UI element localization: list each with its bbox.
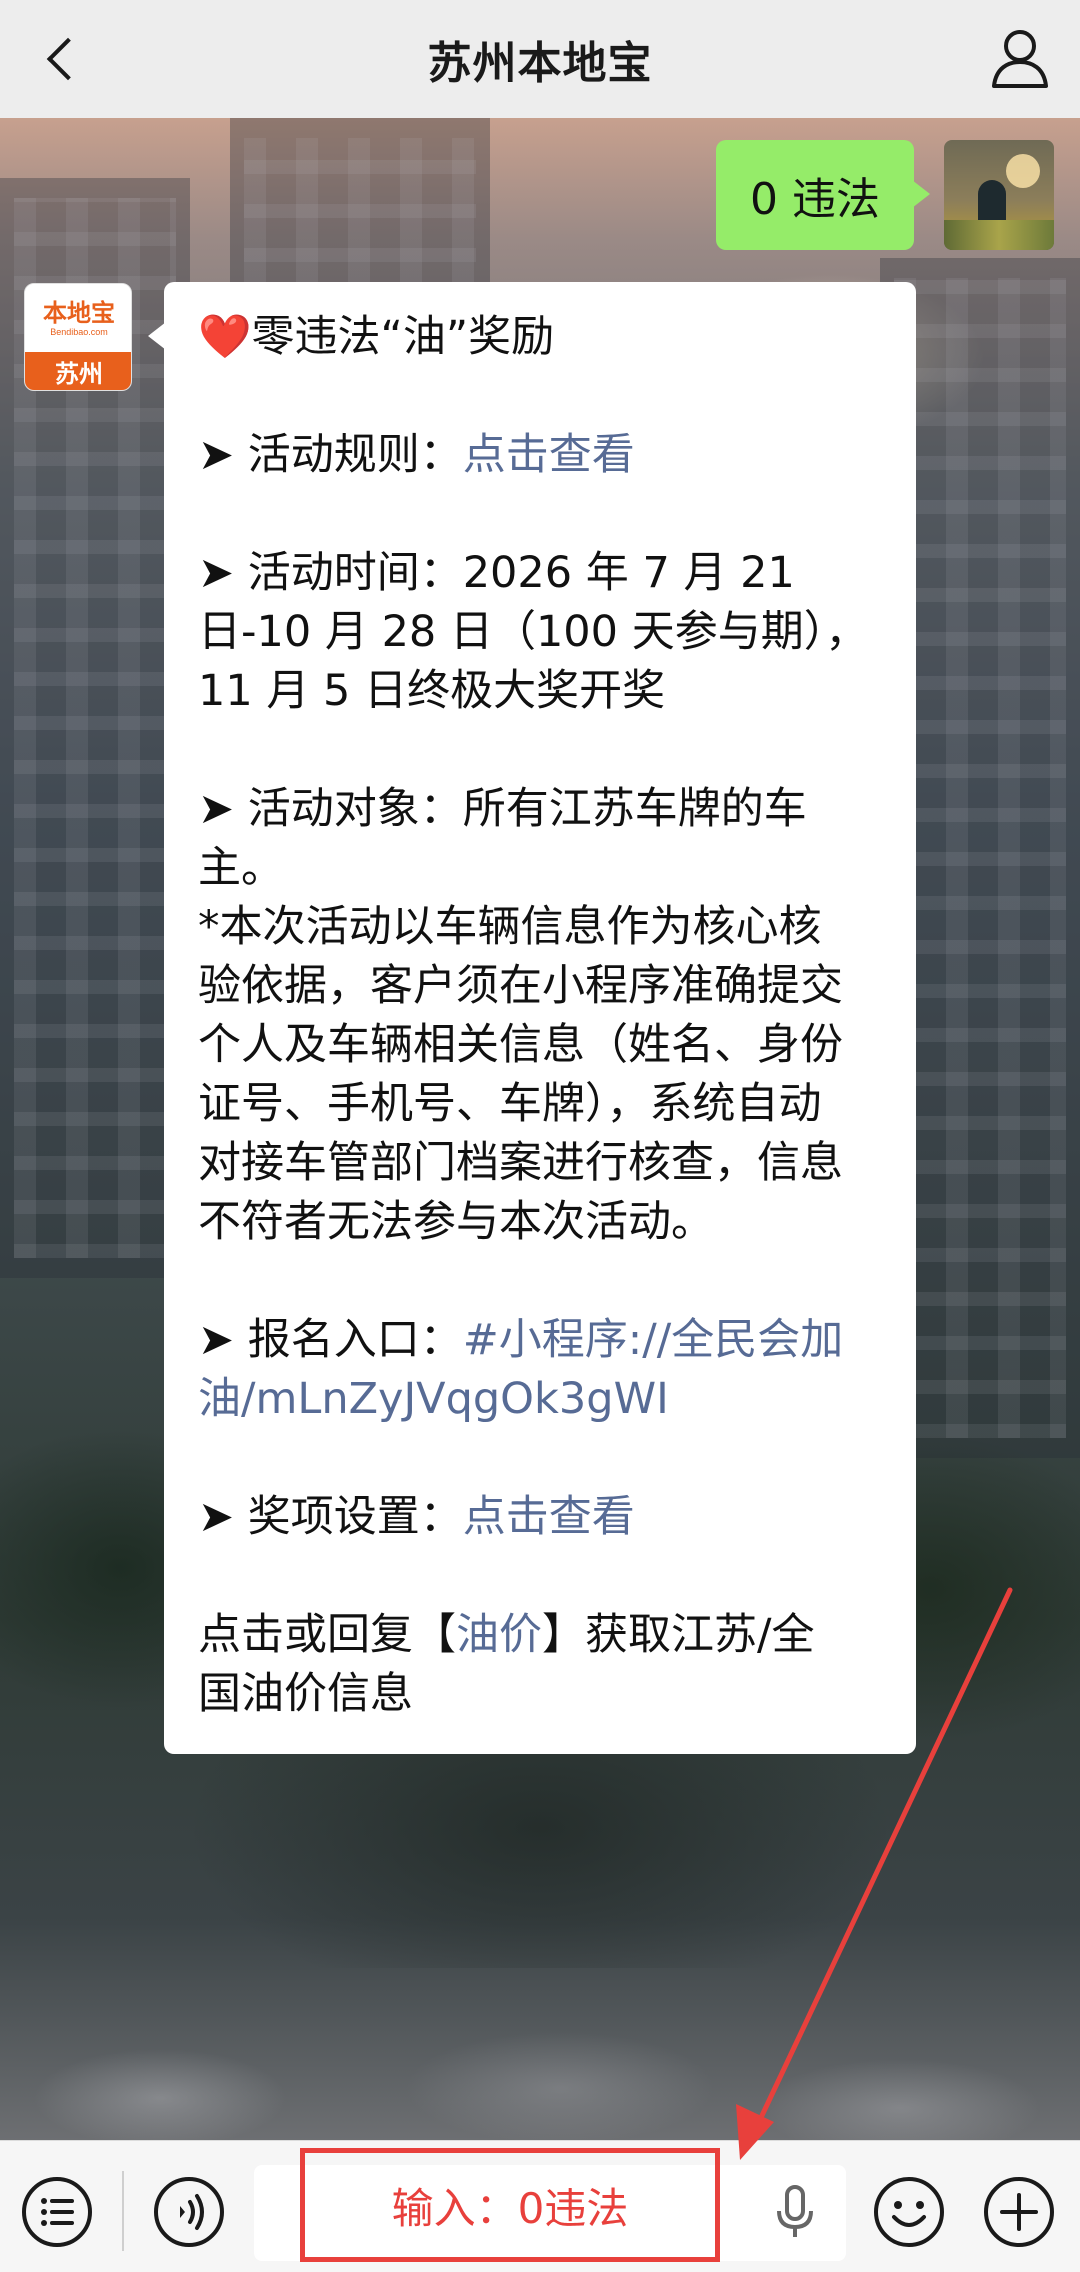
plus-icon [984, 2177, 1054, 2247]
sent-message-row: 0 违法 [716, 140, 1054, 250]
profile-button[interactable] [984, 22, 1056, 94]
message-title-text: 零违法“油”奖励 [251, 312, 555, 362]
chevron-left-icon [46, 37, 90, 81]
avatar-logo-domain: Bendibao.com [50, 327, 108, 337]
note-line: 对接车管部门档案进行核查，信息 [198, 1138, 843, 1188]
target-line-1: ➤ 活动对象：所有江苏车牌的车 [198, 784, 807, 834]
note-line: *本次活动以车辆信息作为核心核 [198, 902, 822, 952]
back-button[interactable] [26, 24, 96, 94]
microphone-button[interactable] [758, 2175, 832, 2249]
prize-link[interactable]: 点击查看 [463, 1492, 635, 1542]
mini-program-link[interactable]: #小程序://全民会加 [463, 1315, 844, 1365]
time-line-3: 11 月 5 日终极大奖开奖 [198, 666, 666, 716]
note-line: 证号、手机号、车牌），系统自动 [198, 1079, 822, 1129]
emoji-icon [874, 2177, 944, 2247]
rules-link[interactable]: 点击查看 [463, 430, 635, 480]
prize-label: ➤ 奖项设置： [198, 1492, 463, 1542]
note-line: 验依据，客户须在小程序准确提交 [198, 961, 843, 1011]
time-line-1: ➤ 活动时间：2026 年 7 月 21 [198, 548, 795, 598]
note-line: 不符者无法参与本次活动。 [198, 1197, 714, 1247]
my-avatar[interactable] [944, 140, 1054, 250]
emoji-button[interactable] [872, 2175, 946, 2249]
heart-icon: ❤️ [198, 312, 252, 362]
person-icon [992, 30, 1048, 88]
mini-program-link-cont[interactable]: 油/mLnZyJVqgOk3gWI [198, 1374, 669, 1424]
voice-mode-button[interactable] [152, 2175, 226, 2249]
rules-label: ➤ 活动规则： [198, 430, 463, 480]
entry-label: ➤ 报名入口： [198, 1315, 463, 1365]
list-menu-icon [22, 2177, 92, 2247]
sent-message-bubble[interactable]: 0 违法 [716, 140, 930, 250]
note-line: 个人及车辆相关信息（姓名、身份 [198, 1020, 843, 1070]
microphone-icon [777, 2185, 813, 2237]
footer-line-2: 国油价信息 [198, 1669, 413, 1719]
voice-mode-icon [154, 2177, 224, 2247]
time-line-2: 日-10 月 28 日（100 天参与期）， [198, 607, 869, 657]
page-title: 苏州本地宝 [427, 38, 653, 89]
received-message-bubble: ❤️零违法“油”奖励 ➤ 活动规则：点击查看 ➤ 活动时间：2026 年 7 月… [148, 282, 916, 1754]
input-hint-annotation: 输入：0违法 [300, 2148, 720, 2262]
message-title: ❤️零违法“油”奖励 [198, 308, 884, 367]
plus-button[interactable] [982, 2175, 1056, 2249]
target-line-2: 主。 [198, 843, 284, 893]
oil-price-link[interactable]: 油价 [456, 1610, 542, 1660]
footer-text: 】获取江苏/全 [542, 1610, 815, 1660]
input-bar-divider [122, 2171, 124, 2251]
sender-avatar[interactable]: 本地宝 Bendibao.com 苏州 [24, 283, 132, 391]
avatar-city-label: 苏州 [25, 352, 131, 390]
avatar-logo-text: 本地宝 [43, 299, 115, 327]
top-navigation-bar: 苏州本地宝 [0, 0, 1080, 118]
menu-button[interactable] [20, 2175, 94, 2249]
footer-text: 点击或回复【 [198, 1610, 456, 1660]
